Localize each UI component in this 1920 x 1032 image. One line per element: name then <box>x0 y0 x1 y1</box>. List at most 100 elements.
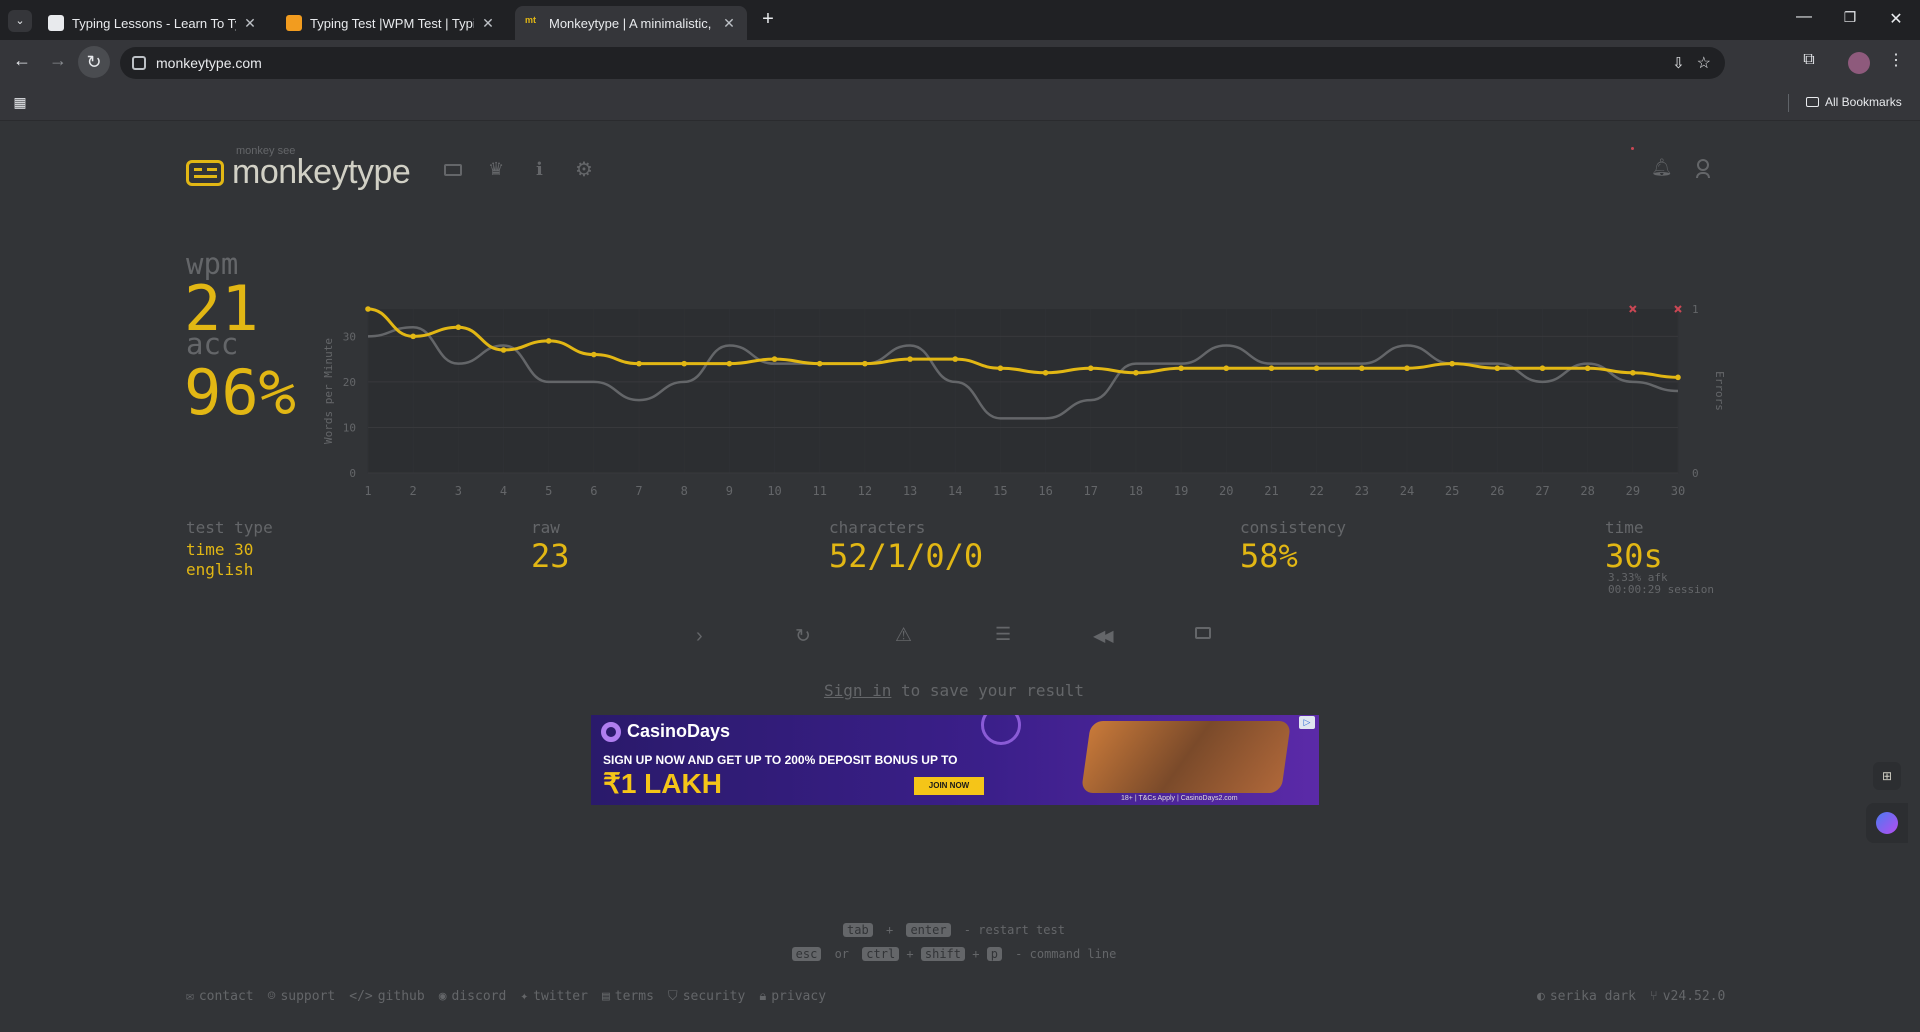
discord-icon: ◉ <box>438 989 447 1004</box>
warning-icon[interactable]: ⚠ <box>895 624 912 647</box>
version-button[interactable]: ⑂ v24.52.0 <box>1650 989 1725 1004</box>
url-text: monkeytype.com <box>156 55 262 71</box>
data-point-wpm <box>1539 365 1546 372</box>
x-tick-label: 5 <box>545 484 552 498</box>
x-tick-label: 28 <box>1580 484 1594 498</box>
branch-icon: ⑂ <box>1649 989 1658 1004</box>
casino-ad-banner[interactable]: CasinoDays SIGN UP NOW AND GET UP TO 200… <box>591 715 1319 805</box>
footer-right: ◐ serika dark ⑂ v24.52.0 <box>1537 989 1725 1004</box>
bookmark-star-icon[interactable]: ☆ <box>1697 53 1711 73</box>
keyboard-icon[interactable] <box>444 164 462 176</box>
close-tab-icon[interactable]: ✕ <box>242 15 258 32</box>
session-time: 00:00:29 session <box>1608 583 1714 596</box>
screenshot-image-icon[interactable] <box>1195 627 1211 639</box>
bell-icon[interactable]: 🔔︎ <box>1651 158 1673 178</box>
chart-plot-area <box>368 309 1678 473</box>
plus-sign: + <box>972 947 980 961</box>
shield-icon: ⛉ <box>667 989 678 1004</box>
data-point-wpm <box>816 360 823 367</box>
footer-github-link[interactable]: </> github <box>349 989 424 1004</box>
test-type-mode: time 30 <box>186 540 254 559</box>
profile-avatar[interactable] <box>1848 52 1870 74</box>
replay-icon[interactable]: ◀◀ <box>1093 626 1114 646</box>
data-point-wpm <box>1449 360 1455 367</box>
tab-typing-lessons[interactable]: Typing Lessons - Learn To Type ✕ <box>38 6 268 40</box>
footer-contact-link[interactable]: ✉ contact <box>186 989 254 1004</box>
apps-grid-icon[interactable]: ▦ <box>10 94 30 111</box>
restore-icon[interactable]: ❐ <box>1840 9 1860 26</box>
logo-tagline: monkey see <box>236 145 296 157</box>
forward-icon[interactable]: → <box>46 50 70 71</box>
x-tick-label: 20 <box>1219 484 1233 498</box>
restart-icon[interactable]: ↻ <box>795 625 811 648</box>
characters-label: characters <box>829 518 926 537</box>
ad-fineprint: 18+ | T&Cs Apply | CasinoDays2.com <box>1121 795 1238 802</box>
close-window-icon[interactable]: ✕ <box>1886 9 1906 29</box>
footer-privacy-link[interactable]: 🔒︎ privacy <box>759 989 826 1004</box>
new-tab-icon[interactable]: + <box>758 8 778 31</box>
back-icon[interactable]: ← <box>10 50 34 71</box>
install-app-icon[interactable]: ⇩ <box>1672 54 1685 72</box>
data-point-wpm <box>1494 365 1501 372</box>
footer-support-link[interactable]: ☺ support <box>268 989 336 1004</box>
word-history-icon[interactable]: ☰ <box>995 624 1011 645</box>
data-point-wpm <box>636 360 642 367</box>
notification-dot <box>1631 147 1634 150</box>
tab-search-icon[interactable]: ⌄ <box>8 10 32 32</box>
typing-test-favicon <box>286 15 302 31</box>
envelope-icon: ✉ <box>186 989 194 1004</box>
y-axis-label: Words per Minute <box>322 338 335 444</box>
key-p: p <box>986 947 1002 961</box>
account-icon[interactable] <box>1696 159 1710 178</box>
assistant-bubble[interactable] <box>1866 803 1908 843</box>
y2-tick-label: 0 <box>1692 467 1699 480</box>
data-point-wpm <box>1404 365 1410 372</box>
key-shift: shift <box>920 947 965 961</box>
ad-amount: ₹1 LAKH <box>603 768 722 799</box>
y2-tick-label: 1 <box>1692 303 1699 316</box>
lock-icon: 🔒︎ <box>759 989 767 1004</box>
ad-join-button[interactable]: JOIN NOW <box>914 777 984 795</box>
address-bar[interactable]: monkeytype.com ⇩ ☆ <box>120 47 1725 79</box>
all-bookmarks-label: All Bookmarks <box>1825 95 1902 109</box>
next-test-icon[interactable]: › <box>696 625 703 648</box>
time-value: 30s <box>1605 537 1663 575</box>
info-icon[interactable]: i <box>536 159 543 180</box>
x-tick-label: 21 <box>1264 484 1278 498</box>
palette-icon: ◐ <box>1537 989 1545 1004</box>
extensions-icon[interactable]: ⧉ <box>1798 51 1820 69</box>
data-point-wpm <box>455 324 462 331</box>
footer-discord-link[interactable]: ◉ discord <box>439 989 507 1004</box>
signin-link[interactable]: Sign in <box>824 681 891 700</box>
tab-typing-test[interactable]: Typing Test |WPM Test | Typing ✕ <box>276 6 506 40</box>
settings-gear-icon[interactable]: ⚙ <box>575 157 593 182</box>
wpm-chart: 0102030011 2 3 4 5 6 7 8 9 10 11 12 13 14 15 16 17 18 19 20… <box>322 303 1726 498</box>
key-esc: esc <box>791 947 822 961</box>
time-label: time <box>1605 518 1644 537</box>
close-tab-icon[interactable]: ✕ <box>721 15 737 32</box>
site-info-icon[interactable] <box>132 56 146 70</box>
chrome-menu-icon[interactable]: ⋮ <box>1886 50 1906 70</box>
close-tab-icon[interactable]: ✕ <box>480 15 496 32</box>
folder-icon <box>1806 97 1819 107</box>
adchoices-icon[interactable]: ▷ <box>1299 716 1315 729</box>
reload-icon[interactable]: ↻ <box>78 46 110 78</box>
all-bookmarks-folder[interactable]: All Bookmarks <box>1806 95 1902 109</box>
logo[interactable]: monkey see monkeytype <box>186 145 411 192</box>
footer-terms-link[interactable]: ▤ terms <box>602 989 654 1004</box>
x-tick-label: 19 <box>1174 484 1188 498</box>
footer-security-link[interactable]: ⛉ security <box>668 989 745 1004</box>
floating-widget-icon[interactable]: ⊞ <box>1873 762 1901 790</box>
x-tick-label: 16 <box>1038 484 1052 498</box>
footer-twitter-link[interactable]: ✦ twitter <box>520 989 588 1004</box>
crown-icon[interactable]: ♛ <box>488 159 504 180</box>
y-tick-label: 30 <box>343 330 356 343</box>
theme-button[interactable]: ◐ serika dark <box>1537 989 1636 1004</box>
tab-title: Typing Test |WPM Test | Typing <box>310 15 474 31</box>
ad-person-image <box>1080 721 1292 793</box>
minimize-icon[interactable]: — <box>1794 8 1814 26</box>
y-tick-label: 0 <box>349 467 356 480</box>
tab-monkeytype[interactable]: mt Monkeytype | A minimalistic, cu ✕ <box>515 6 747 40</box>
consistency-value: 58% <box>1240 537 1298 575</box>
x-tick-label: 1 <box>364 484 371 498</box>
